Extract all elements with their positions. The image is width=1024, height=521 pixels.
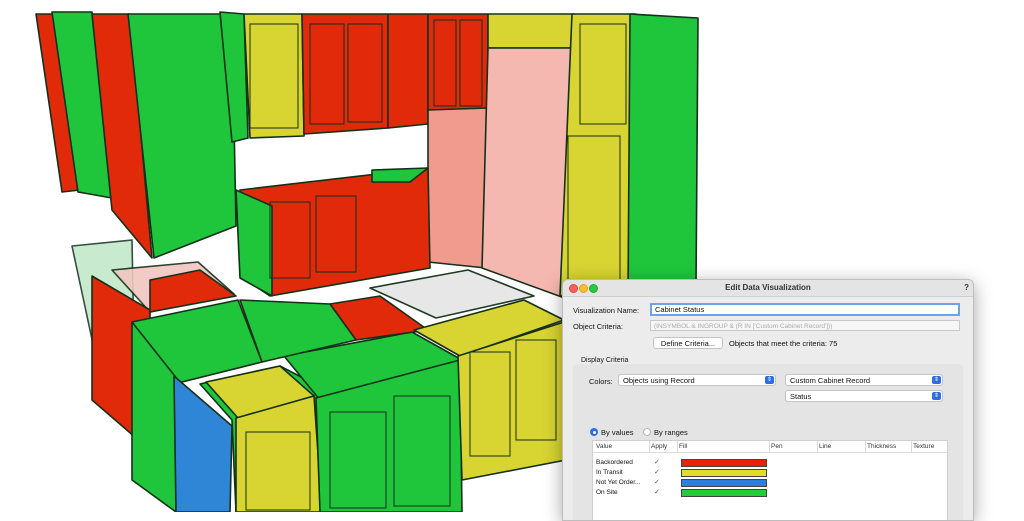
visualization-name-input[interactable]: Cabinet Status xyxy=(650,303,960,316)
edit-data-visualization-dialog: Edit Data Visualization ? Visualization … xyxy=(562,279,974,521)
checkmark-icon[interactable]: ✓ xyxy=(654,478,660,486)
upper-cabinet-yellow-top[interactable] xyxy=(487,13,575,49)
value-table: Value Apply Fill Pen Line Thickness Text… xyxy=(592,440,948,520)
upper-cabinet-yellow[interactable] xyxy=(243,13,305,139)
table-row[interactable]: In Transit ✓ xyxy=(593,468,947,478)
by-values-label: By values xyxy=(601,428,634,437)
chevron-updown-icon: ⇕ xyxy=(765,376,774,384)
checkmark-icon[interactable]: ✓ xyxy=(654,468,660,476)
column-header-thickness: Thickness xyxy=(867,443,897,450)
by-ranges-label: By ranges xyxy=(654,428,688,437)
chevron-updown-icon: ⇕ xyxy=(932,376,941,384)
table-row[interactable]: Not Yet Order... ✓ xyxy=(593,478,947,488)
upper-cabinet-red-2[interactable] xyxy=(387,13,429,129)
field-select[interactable]: Status ⇕ xyxy=(785,390,943,402)
record-select[interactable]: Custom Cabinet Record ⇕ xyxy=(785,374,943,386)
chevron-updown-icon: ⇕ xyxy=(932,392,941,400)
dialog-titlebar: Edit Data Visualization ? xyxy=(563,280,973,297)
visualization-name-label: Visualization Name: xyxy=(573,306,640,315)
field-select-value: Status xyxy=(790,392,812,401)
by-values-radio[interactable] xyxy=(590,428,598,436)
object-criteria-field: (INSYMBOL & INGROUP & (R IN ['Custom Cab… xyxy=(650,320,960,331)
dialog-title: Edit Data Visualization xyxy=(725,283,811,292)
tall-pantry-yellow[interactable] xyxy=(559,13,637,297)
fill-swatch[interactable] xyxy=(681,459,767,467)
oven-tower[interactable] xyxy=(427,107,489,269)
object-criteria-label: Object Criteria: xyxy=(573,322,624,331)
tall-cabinet-right[interactable] xyxy=(627,13,699,297)
column-header-apply: Apply xyxy=(651,443,668,450)
row-value: Backordered xyxy=(596,459,633,466)
criteria-match-count: Objects that meet the criteria: 75 xyxy=(729,339,838,348)
table-row[interactable]: On Site ✓ xyxy=(593,488,947,498)
colors-select[interactable]: Objects using Record ⇕ xyxy=(618,374,776,386)
fill-swatch[interactable] xyxy=(681,489,767,497)
colors-label: Colors: xyxy=(589,377,613,386)
checkmark-icon[interactable]: ✓ xyxy=(654,488,660,496)
column-header-texture: Texture xyxy=(913,443,935,450)
column-header-pen: Pen xyxy=(771,443,783,450)
checkmark-icon[interactable]: ✓ xyxy=(654,458,660,466)
row-value: In Transit xyxy=(596,469,623,476)
island-side-green[interactable] xyxy=(235,189,273,297)
record-select-value: Custom Cabinet Record xyxy=(790,376,871,385)
column-header-line: Line xyxy=(819,443,832,450)
colors-select-value: Objects using Record xyxy=(623,376,695,385)
table-row[interactable]: Backordered ✓ xyxy=(593,458,947,468)
fill-swatch[interactable] xyxy=(681,469,767,477)
upper-cabinet-red-3[interactable] xyxy=(427,13,489,113)
fridge-panel[interactable] xyxy=(481,47,573,301)
by-ranges-radio[interactable] xyxy=(643,428,651,436)
column-header-fill: Fill xyxy=(679,443,688,450)
define-criteria-button[interactable]: Define Criteria... xyxy=(653,337,723,349)
column-header-value: Value xyxy=(596,443,613,450)
upper-cabinet-red-1[interactable] xyxy=(301,13,389,135)
row-value: Not Yet Order... xyxy=(596,479,641,486)
fill-swatch[interactable] xyxy=(681,479,767,487)
row-value: On Site xyxy=(596,489,618,496)
help-button[interactable]: ? xyxy=(964,283,969,292)
display-criteria-label: Display Criteria xyxy=(581,357,629,364)
